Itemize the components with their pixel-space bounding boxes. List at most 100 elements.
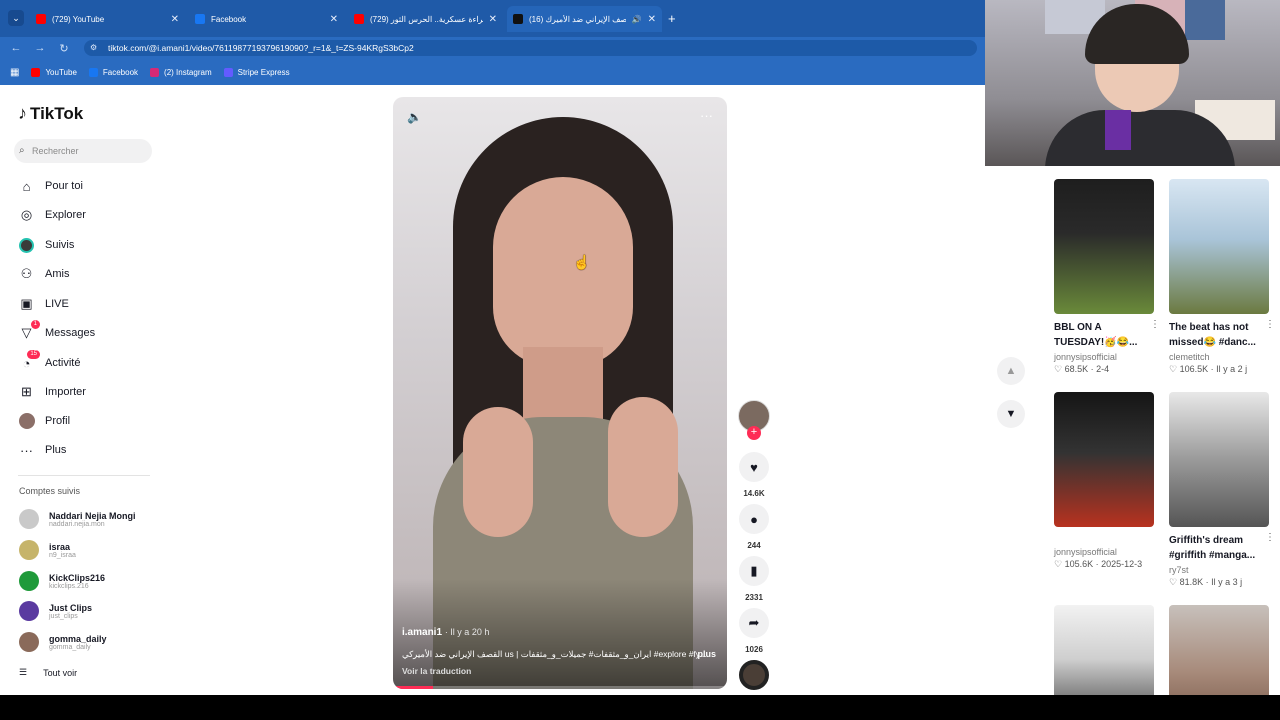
card-more-icon[interactable]: ⋮ xyxy=(1265,319,1275,330)
tiktok-logo[interactable]: ♪ TikTok xyxy=(18,103,83,124)
tab-facebook[interactable]: Facebook ✕ xyxy=(189,8,344,30)
microphone xyxy=(1105,110,1131,150)
share-count: 1026 xyxy=(745,645,763,654)
tab-search-menu-icon[interactable]: ⌄ xyxy=(8,10,24,26)
sidebar-item-label: Importer xyxy=(45,386,86,398)
back-arrow-icon[interactable]: ← xyxy=(4,42,28,54)
account-name: KickClips216 xyxy=(49,572,106,583)
bookmark-facebook[interactable]: Facebook xyxy=(88,67,139,77)
search-input[interactable]: ⌕ Rechercher xyxy=(14,139,152,163)
avatar xyxy=(19,540,39,560)
sidebar-item-suivis[interactable]: Suivis xyxy=(18,234,74,256)
music-disc-icon[interactable] xyxy=(739,660,769,690)
bookmark-label: YouTube xyxy=(45,67,77,77)
sidebar-item-pour-toi[interactable]: ⌂ Pour toi xyxy=(18,175,83,197)
like-button[interactable]: ♥ 14.6K xyxy=(735,452,773,498)
video-card[interactable]: Griffith's dream #griffith #manga... ⋮ r… xyxy=(1169,392,1275,588)
sidebar-item-importer[interactable]: ⊞ Importer xyxy=(18,381,86,403)
account-handle: naddari.nejia.mon xyxy=(49,520,105,528)
bookmark-label: Facebook xyxy=(102,67,139,77)
site-info-icon[interactable]: ⚙ xyxy=(90,40,97,56)
sidebar-item-profil[interactable]: Profil xyxy=(18,410,70,432)
video-player[interactable]: 🔈 ··· i.amani1 · Il y a 20 h القصف الإير… xyxy=(393,97,727,689)
card-title: BBL ON A TUESDAY!🥳😂... xyxy=(1054,322,1138,348)
tiktok-sidebar: ♪ TikTok ⌕ Rechercher ⌂ Pour toi ◎ Explo… xyxy=(0,85,165,695)
tab-youtube[interactable]: (729) YouTube ✕ xyxy=(30,8,185,30)
video-card[interactable]: The beat has not missed😂 #danc... ⋮ clem… xyxy=(1169,179,1275,375)
card-username[interactable]: jonnysipsofficial xyxy=(1054,352,1154,362)
reload-icon[interactable]: ↻ xyxy=(52,42,76,55)
card-more-icon[interactable]: ⋮ xyxy=(1265,532,1275,543)
followed-account[interactable]: Just Clips just_clips xyxy=(19,601,92,621)
close-tab-icon[interactable]: ✕ xyxy=(489,14,497,25)
more-icon: ··· xyxy=(20,442,33,458)
video-thumbnail[interactable] xyxy=(1169,179,1269,314)
sidebar-item-plus[interactable]: ··· Plus xyxy=(18,439,66,461)
tab-tiktok-active[interactable]: (16) القصف الإيراني ضد الأميرك 🔊 ✕ xyxy=(507,6,662,32)
video-card[interactable]: jonnysipsofficial ♡ 105.6K · 2025-12-3 xyxy=(1054,392,1154,570)
card-username[interactable]: jonnysipsofficial xyxy=(1054,547,1154,557)
translate-link[interactable]: Voir la traduction xyxy=(402,666,471,676)
close-tab-icon[interactable]: ✕ xyxy=(330,14,338,25)
previous-video-button[interactable]: ▲ xyxy=(997,357,1025,385)
follow-plus-icon[interactable]: + xyxy=(747,426,761,440)
video-card[interactable]: BBL ON A TUESDAY!🥳😂... ⋮ jonnysipsoffici… xyxy=(1054,179,1160,375)
bookmark-icon: ▮ xyxy=(739,556,769,586)
sidebar-item-activite[interactable]: ◔ 15 Activité xyxy=(18,349,80,374)
apps-grid-icon[interactable]: ▦ xyxy=(10,67,19,78)
share-button[interactable]: ➦ 1026 xyxy=(735,608,773,654)
account-handle: gomma_daily xyxy=(49,643,91,651)
next-video-button[interactable]: ▼ xyxy=(997,400,1025,428)
sidebar-item-amis[interactable]: ⚇ Amis xyxy=(18,263,70,285)
followed-account[interactable]: KickClips216 kickclips.216 xyxy=(19,571,105,591)
save-button[interactable]: ▮ 2331 xyxy=(735,556,773,602)
address-bar[interactable]: ⚙ tiktok.com/@i.amani1/video/76119877193… xyxy=(84,40,977,56)
card-title: The beat has not missed😂 #danc... xyxy=(1169,322,1256,348)
messages-icon: ▽ 1 xyxy=(18,319,40,342)
browser-tabbar: ⌄ (729) YouTube ✕ Facebook ✕ (729) قراءة… xyxy=(0,0,985,37)
search-placeholder: Rechercher xyxy=(32,146,79,156)
see-all-link[interactable]: ☰ Tout voir xyxy=(19,667,77,678)
avatar xyxy=(19,509,39,529)
sidebar-item-explorer[interactable]: ◎ Explorer xyxy=(18,204,86,226)
volume-icon[interactable]: 🔈 xyxy=(407,110,422,124)
tab-youtube-arabic[interactable]: (729) قراءة عسكرية.. الحرس الثور ✕ xyxy=(348,8,503,30)
sidebar-item-live[interactable]: ▣ LIVE xyxy=(18,293,69,315)
tab-title: (729) قراءة عسكرية.. الحرس الثور xyxy=(370,14,483,24)
compass-icon: ◎ xyxy=(20,207,33,222)
video-thumbnail[interactable] xyxy=(1054,179,1154,314)
comment-count: 244 xyxy=(747,541,761,550)
video-author[interactable]: i.amani1 · Il y a 20 h xyxy=(402,627,489,638)
card-username[interactable]: ry7st xyxy=(1169,565,1269,575)
save-count: 2331 xyxy=(745,593,763,602)
sidebar-item-messages[interactable]: ▽ 1 Messages xyxy=(18,319,95,344)
video-thumbnail[interactable] xyxy=(1169,392,1269,527)
sidebar-item-label: LIVE xyxy=(45,298,69,310)
heart-icon: ♥ xyxy=(739,452,769,482)
new-tab-button[interactable]: + xyxy=(668,11,676,26)
youtube-favicon-icon xyxy=(354,14,364,24)
speaker-icon[interactable]: 🔊 xyxy=(632,15,642,24)
youtube-favicon-icon xyxy=(31,67,41,77)
video-progress-fill xyxy=(393,686,434,689)
bookmark-label: (2) Instagram xyxy=(164,67,212,77)
video-thumbnail[interactable] xyxy=(1054,392,1154,527)
forward-arrow-icon[interactable]: → xyxy=(28,42,52,54)
close-tab-icon[interactable]: ✕ xyxy=(648,14,656,25)
followed-account[interactable]: Naddari Nejia Mongi naddari.nejia.mon xyxy=(19,509,136,529)
bookmark-stripe[interactable]: Stripe Express xyxy=(223,67,290,77)
card-username[interactable]: clemetitch xyxy=(1169,352,1269,362)
card-more-icon[interactable]: ⋮ xyxy=(1150,319,1160,330)
video-progress-bar[interactable] xyxy=(393,686,727,689)
followed-account[interactable]: gomma_daily gomma_daily xyxy=(19,632,107,652)
caption-more-link[interactable]: plus xyxy=(697,649,716,659)
more-options-icon[interactable]: ··· xyxy=(700,108,713,123)
close-tab-icon[interactable]: ✕ xyxy=(171,14,179,25)
live-icon: ▣ xyxy=(20,296,33,311)
card-stats: ♡ 105.6K · 2025-12-3 xyxy=(1054,559,1143,569)
followed-account[interactable]: israa n9_israa xyxy=(19,540,76,560)
bookmark-youtube[interactable]: YouTube xyxy=(31,67,77,77)
wall-poster xyxy=(1185,0,1225,40)
bookmark-instagram[interactable]: (2) Instagram xyxy=(150,67,212,77)
comment-button[interactable]: ● 244 xyxy=(735,504,773,550)
